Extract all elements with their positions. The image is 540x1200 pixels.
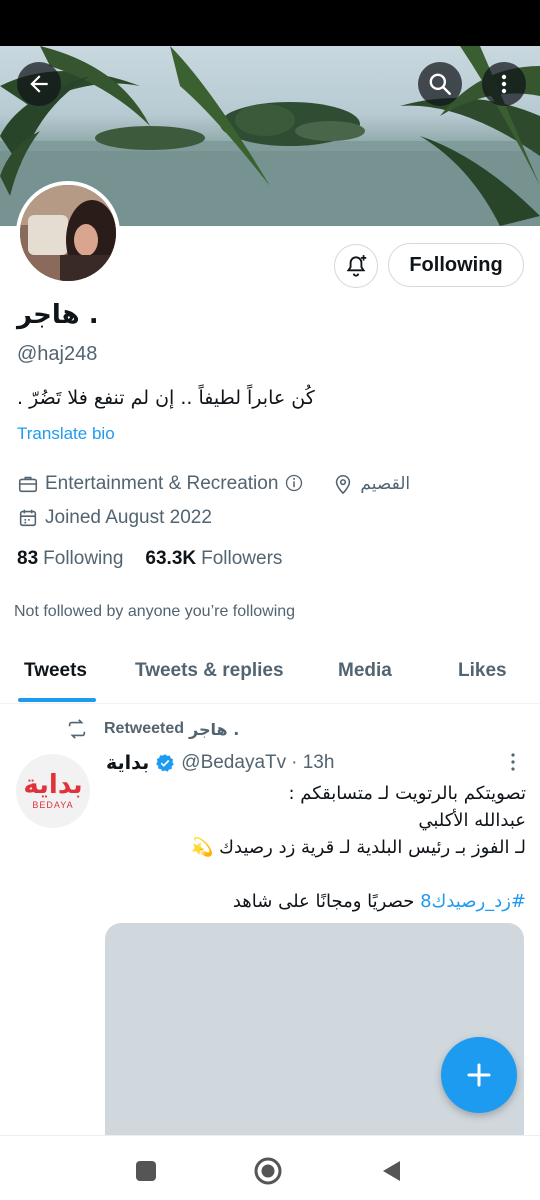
- translate-bio-link[interactable]: Translate bio: [17, 424, 115, 444]
- info-icon[interactable]: [284, 473, 306, 495]
- tweet-hashtag-line: #زد_رصيدك8 حصريًا ومجانًا على شاهد: [106, 888, 526, 915]
- tweet-time: · 13h: [291, 752, 335, 773]
- followers-label: Followers: [201, 548, 283, 569]
- tab-tweets-and-replies[interactable]: Tweets & replies: [135, 660, 284, 682]
- tab-media[interactable]: Media: [338, 660, 392, 682]
- tweet-hashtag[interactable]: #زد_رصيدك8: [420, 891, 526, 912]
- home-button[interactable]: [253, 1156, 283, 1186]
- system-nav-bar: [0, 1135, 540, 1200]
- compose-tweet-button[interactable]: [441, 1037, 517, 1113]
- plus-icon: [464, 1060, 494, 1090]
- tweet-author-avatar[interactable]: بداية BEDAYA: [16, 754, 90, 828]
- retweet-label: Retweeted: [104, 720, 185, 737]
- tweet-author-handle[interactable]: @BedayaTv: [181, 752, 286, 774]
- retweet-icon: [66, 718, 88, 740]
- profile-joined-date: Joined August 2022: [45, 507, 212, 528]
- following-button[interactable]: Following: [388, 243, 524, 287]
- followers-count: 63.3K: [145, 548, 197, 569]
- profile-stats: 83 Following 63.3K Followers: [17, 548, 282, 570]
- bell-plus-icon: [343, 253, 369, 279]
- tweet-line: عبدالله الأكلبي: [418, 810, 526, 831]
- search-icon: [427, 71, 453, 97]
- display-name: هاجر .: [17, 300, 99, 330]
- profile-avatar[interactable]: [16, 181, 120, 285]
- more-vertical-icon: [492, 72, 516, 96]
- tweet-header: بداية @BedayaTv · 13h: [106, 752, 334, 774]
- brand-logo-english: BEDAYA: [32, 800, 74, 810]
- back-button[interactable]: [17, 62, 61, 106]
- tweet-trailing-text: حصريًا ومجانًا على شاهد: [232, 891, 421, 912]
- profile-meta-joined-row: Joined August 2022: [17, 507, 212, 529]
- tweet-media[interactable]: [105, 923, 524, 1153]
- profile-location: القصيم: [360, 474, 411, 494]
- briefcase-icon: [17, 473, 39, 495]
- following-label: Following: [43, 548, 124, 569]
- retweeter-name: هاجر .: [189, 719, 240, 739]
- profile-tabs: Tweets Tweets & replies Media Likes: [0, 648, 540, 704]
- tweet-line: تصويتكم بالرتويت لـ متسابقكم :: [288, 783, 526, 804]
- active-tab-indicator: [18, 698, 96, 702]
- retweet-context[interactable]: Retweeted هاجر .: [66, 718, 239, 740]
- tweet-author-name[interactable]: بداية: [106, 752, 149, 774]
- tab-tweets[interactable]: Tweets: [24, 660, 87, 682]
- more-options-button[interactable]: [482, 62, 526, 106]
- profile-meta-category-row: Entertainment & Recreation القصيم: [17, 473, 410, 495]
- profile-bio: كُن عابراً لطيفاً .. إن لم تنفع فلا تَضُ…: [17, 387, 315, 409]
- tab-likes[interactable]: Likes: [458, 660, 507, 682]
- back-nav-button[interactable]: [376, 1156, 406, 1186]
- tweet-text: تصويتكم بالرتويت لـ متسابقكم : عبدالله ا…: [106, 780, 526, 915]
- search-button[interactable]: [418, 62, 462, 106]
- following-count: 83: [17, 548, 39, 569]
- status-bar: [0, 0, 540, 46]
- not-followed-notice: Not followed by anyone you’re following: [14, 603, 296, 620]
- recent-apps-button[interactable]: [131, 1156, 161, 1186]
- location-pin-icon: [332, 473, 354, 495]
- tweet-more-icon[interactable]: [506, 752, 520, 776]
- tweet-line: لـ الفوز بـ رئيس البلدية لـ قرية زد رصيد…: [191, 837, 526, 858]
- arrow-left-icon: [26, 71, 52, 97]
- profile-category: Entertainment & Recreation: [45, 473, 279, 494]
- profile-handle: @haj248: [17, 343, 98, 365]
- calendar-icon: [17, 507, 39, 529]
- brand-logo-arabic: بداية: [23, 770, 83, 800]
- followers-stat-link[interactable]: 63.3K Followers: [145, 548, 282, 570]
- verified-badge-icon: [155, 753, 175, 773]
- following-stat-link[interactable]: 83 Following: [17, 548, 123, 570]
- notifications-bell-button[interactable]: [334, 244, 378, 288]
